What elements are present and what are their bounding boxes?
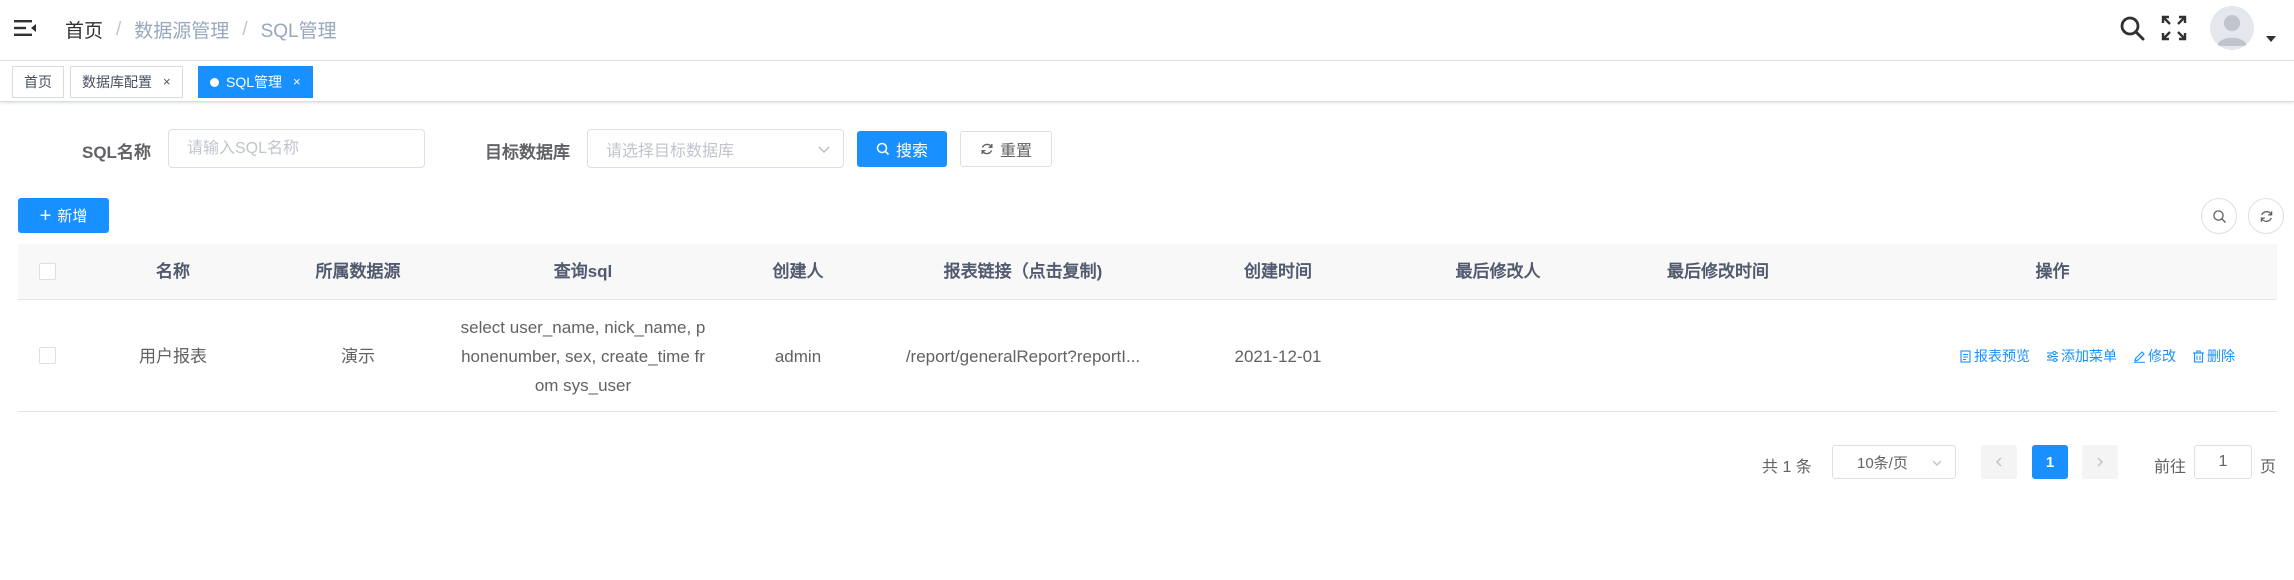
add-menu-label: 添加菜单: [2061, 348, 2117, 364]
breadcrumb: 首页 / 数据源管理 / SQL管理: [65, 16, 337, 43]
row-checkbox[interactable]: [39, 347, 56, 364]
add-menu-link[interactable]: 添加菜单: [2046, 346, 2117, 366]
goto-page-input[interactable]: [2194, 445, 2252, 479]
sql-line: honenumber, sex, create_time fr: [461, 346, 705, 366]
tag-sql-management[interactable]: SQL管理 ×: [198, 66, 313, 98]
caret-down-icon[interactable]: [2266, 36, 2276, 42]
cell-modified-by: [1388, 300, 1608, 412]
sql-line: om sys_user: [534, 375, 632, 395]
cell-creator: admin: [774, 346, 822, 366]
page-unit-label: 页: [2260, 459, 2277, 476]
refresh-icon: [981, 143, 993, 155]
close-icon[interactable]: ×: [163, 67, 171, 97]
breadcrumb-separator: /: [116, 18, 122, 40]
cell-report-link[interactable]: /report/generalReport?reportI...: [878, 300, 1168, 412]
table-header: 名称 所属数据源 查询sql 创建人 报表链接（点击复制) 创建时间 最后修改人…: [18, 244, 2277, 300]
sql-name-label: SQL名称: [82, 143, 151, 162]
select-all-checkbox[interactable]: [39, 263, 56, 280]
refresh-icon: [2260, 210, 2272, 222]
tag-label: SQL管理: [226, 74, 283, 90]
column-header: 创建人: [772, 262, 824, 281]
cell-modified-at: [1608, 300, 1828, 412]
hamburger-icon[interactable]: [12, 15, 38, 41]
column-header: 所属数据源: [315, 262, 401, 281]
sliders-icon: [2047, 350, 2058, 362]
sql-line: select user_name, nick_name, p: [460, 317, 706, 337]
chevron-down-icon: [818, 146, 830, 154]
edit-icon: [2134, 350, 2145, 363]
tag-home[interactable]: 首页: [12, 66, 64, 98]
breadcrumb-item-sql: SQL管理: [260, 21, 337, 42]
target-db-select[interactable]: 请选择目标数据库: [587, 129, 844, 168]
tag-label: 首页: [24, 74, 52, 90]
column-header: 创建时间: [1244, 262, 1312, 281]
reset-button-label: 重置: [999, 143, 1032, 160]
trash-icon: [2193, 350, 2204, 363]
tags-view: 首页 数据库配置 × SQL管理 ×: [0, 60, 2294, 102]
navbar: 首页 / 数据源管理 / SQL管理: [0, 0, 2294, 60]
pagination-total: 共 1 条: [1762, 459, 1812, 476]
chevron-down-icon: [1932, 460, 1942, 466]
breadcrumb-item-home[interactable]: 首页: [65, 16, 103, 43]
plus-icon: +: [39, 204, 52, 227]
cell-name: 用户报表: [139, 346, 207, 366]
page-size-select[interactable]: 10条/页: [1832, 445, 1956, 479]
report-link-text[interactable]: /report/generalReport?reportI...: [906, 342, 1140, 371]
refresh-table-button[interactable]: [2248, 198, 2284, 234]
goto-label: 前往: [2154, 459, 2187, 476]
tag-db-config[interactable]: 数据库配置 ×: [70, 66, 183, 98]
cell-datasource: 演示: [341, 346, 375, 366]
add-button-label: 新增: [57, 208, 88, 225]
next-page-button[interactable]: [2082, 445, 2118, 479]
search-button-label: 搜索: [895, 143, 928, 160]
sql-name-input[interactable]: [168, 129, 425, 168]
close-icon[interactable]: ×: [293, 67, 301, 97]
chevron-right-icon: [2097, 457, 2104, 467]
document-icon: [1960, 349, 1971, 363]
search-icon: [876, 142, 890, 156]
page-size-value: 10条/页: [1857, 454, 1908, 472]
column-header: 操作: [2035, 262, 2070, 281]
target-db-placeholder: 请选择目标数据库: [606, 142, 735, 160]
cell-actions: 报表预览 添加菜单 修改 删除: [1959, 300, 2235, 412]
cell-query-sql: select user_name, nick_name, p honenumbe…: [448, 300, 718, 412]
search-icon: [2212, 209, 2226, 223]
column-header: 最后修改人: [1455, 262, 1541, 281]
delete-label: 删除: [2207, 348, 2235, 364]
table-row: 用户报表 演示 select user_name, nick_name, p h…: [18, 300, 2277, 412]
target-db-label: 目标数据库: [485, 143, 570, 162]
reset-button[interactable]: 重置: [960, 131, 1052, 167]
column-header: 报表链接（点击复制): [943, 262, 1103, 281]
search-button[interactable]: 搜索: [857, 131, 947, 167]
search-icon[interactable]: [2118, 14, 2146, 42]
cell-created-at: 2021-12-01: [1234, 346, 1322, 366]
edit-label: 修改: [2148, 348, 2176, 364]
column-header: 最后修改时间: [1667, 262, 1769, 281]
edit-link[interactable]: 修改: [2133, 346, 2176, 366]
tag-label: 数据库配置: [82, 74, 152, 90]
breadcrumb-item-datasource[interactable]: 数据源管理: [134, 16, 229, 43]
preview-report-label: 报表预览: [1974, 348, 2030, 364]
user-avatar-icon[interactable]: [2210, 6, 2254, 50]
column-header: 查询sql: [553, 262, 613, 281]
active-dot-icon: [210, 77, 219, 87]
breadcrumb-separator: /: [242, 18, 248, 40]
add-button[interactable]: + 新增: [18, 198, 109, 233]
delete-link[interactable]: 删除: [2192, 346, 2235, 366]
page-number-button[interactable]: 1: [2032, 445, 2068, 479]
toggle-search-button[interactable]: [2201, 198, 2237, 234]
fullscreen-icon[interactable]: [2160, 14, 2188, 42]
column-header: 名称: [156, 262, 190, 281]
preview-report-link[interactable]: 报表预览: [1959, 346, 2030, 366]
chevron-left-icon: [1995, 457, 2002, 467]
prev-page-button[interactable]: [1981, 445, 2017, 479]
